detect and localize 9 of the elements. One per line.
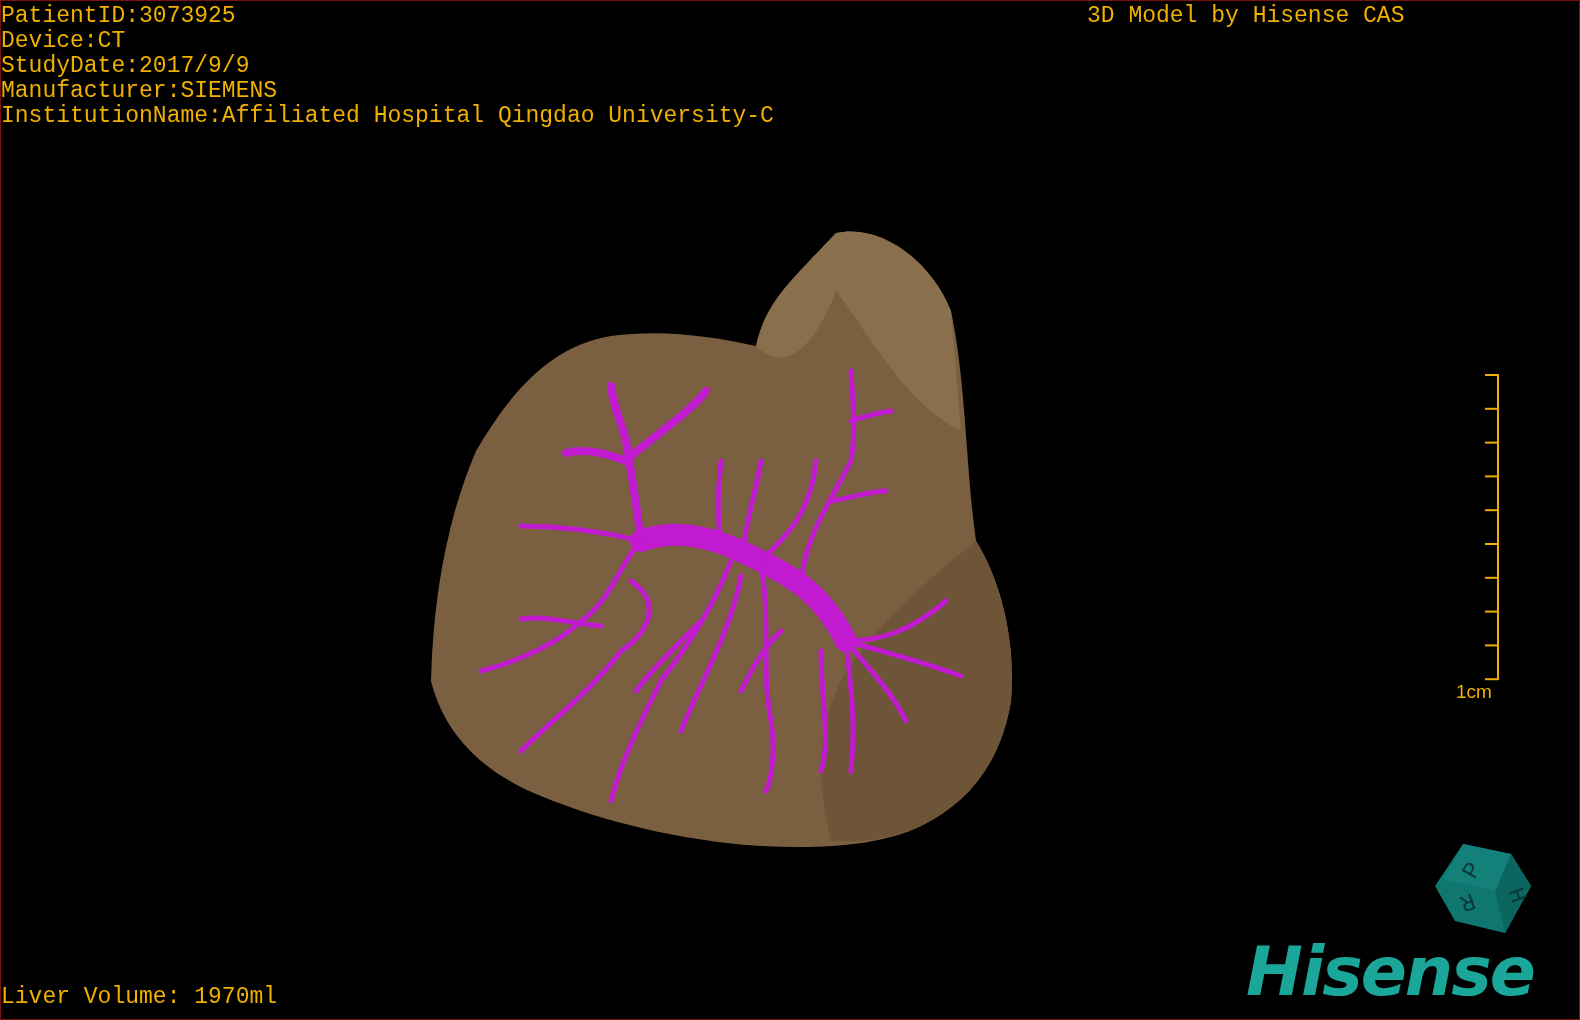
patient-info-line: Device:CT	[1, 29, 127, 54]
patient-info-line: PatientID:3073925	[1, 4, 237, 29]
brand-logo: Hisense	[1246, 936, 1534, 1008]
patient-info-line: InstitutionName:Affiliated Hospital Qingdao University-C	[1, 104, 774, 129]
patient-info-line: Manufacturer:SIEMENS	[1, 79, 279, 104]
model-credit: 3D Model by Hisense CAS	[1087, 4, 1405, 29]
scale-label: 1cm	[1456, 681, 1492, 703]
liver-volume: Liver Volume: 1970ml	[1, 985, 278, 1010]
patient-info-line: StudyDate:2017/9/9	[1, 54, 251, 79]
